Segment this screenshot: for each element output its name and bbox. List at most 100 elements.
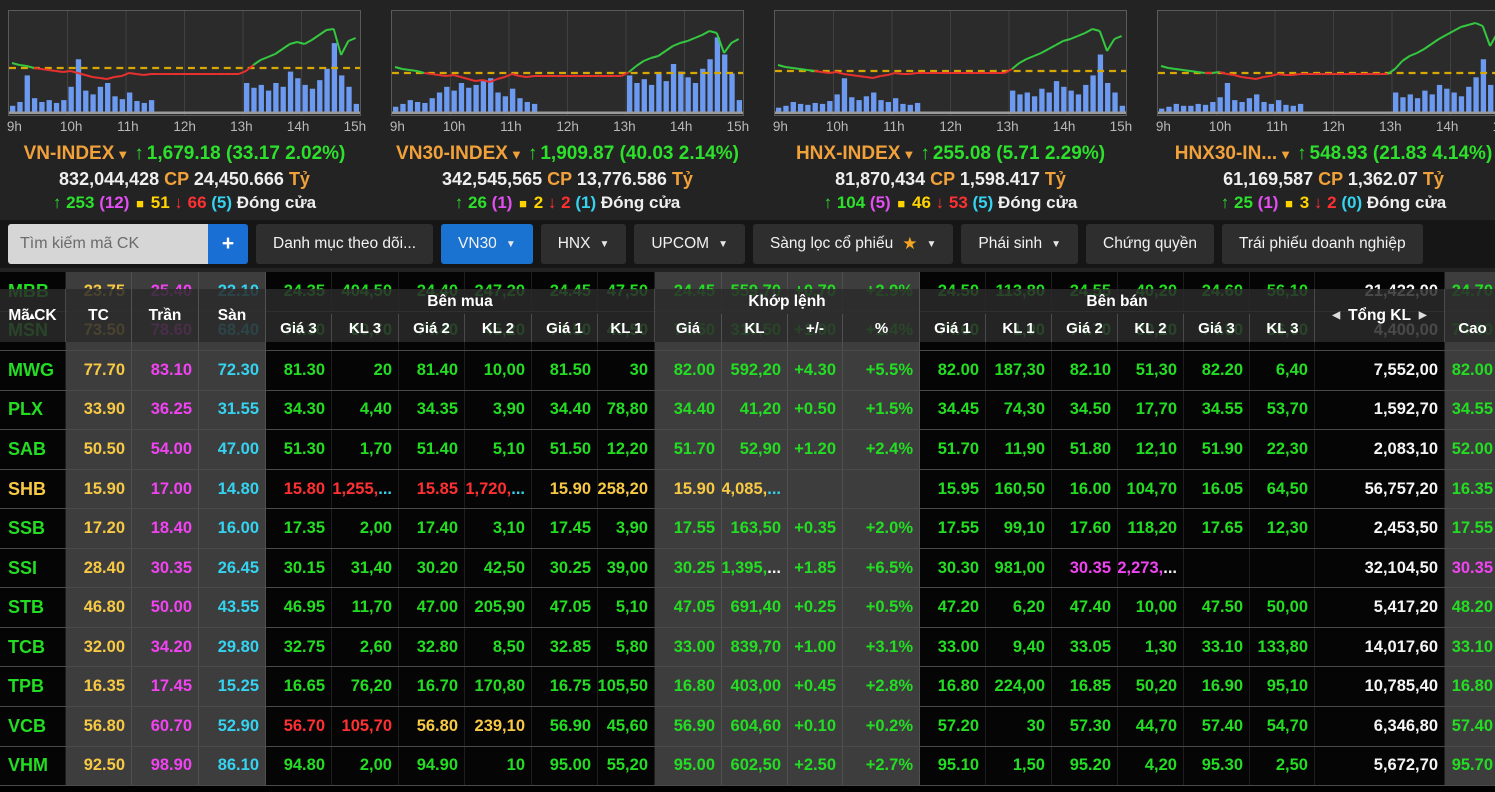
cell-buy-gia3: 34.30 — [266, 390, 332, 430]
add-ticker-button[interactable]: + — [208, 224, 248, 264]
time-tick-label: 9h — [1155, 119, 1171, 134]
table-row-vcb[interactable]: VCB 56.80 60.70 52.90 56.70 105,70 56.80 239,10… — [0, 707, 1495, 747]
index-chart-panel[interactable] — [774, 10, 1127, 116]
col-header-gi-2[interactable]: Giá 2 — [1052, 314, 1118, 342]
col-header--[interactable]: % — [843, 314, 920, 342]
cell-buy-kl1: 105,50 — [598, 667, 655, 707]
cell-sell-kl1: 981,00 — [986, 548, 1052, 588]
index-name[interactable]: HNX-INDEX — [796, 143, 901, 164]
vn30-tab[interactable]: VN30 ▼ — [441, 224, 533, 264]
table-row-mwg[interactable]: MWG 77.70 83.10 72.30 81.30 20 81.40 10,00 81.50… — [0, 351, 1495, 391]
chevron-down-icon[interactable]: ▼ — [902, 147, 915, 162]
cell-match-pct: +2.7% — [843, 746, 920, 786]
col-header-san[interactable]: Sàn — [199, 289, 266, 342]
cell-tran: 34.20 — [132, 627, 199, 667]
derivatives-button[interactable]: Phái sinh ▼ — [961, 224, 1079, 264]
cell-sell-gia2: 57.30 — [1052, 707, 1118, 746]
index-chart-panel[interactable] — [8, 10, 361, 116]
ticker-cell: SSB — [0, 509, 66, 548]
cell-cao: 82.00 — [1445, 351, 1495, 390]
cell-tran: 30.35 — [132, 548, 199, 588]
index-chart-panel[interactable] — [1157, 10, 1495, 116]
table-row-vhm[interactable]: VHM 92.50 98.90 86.10 94.80 2,00 94.90 10 95.00 5… — [0, 746, 1495, 787]
index-intraday-chart[interactable] — [392, 11, 743, 115]
table-row-stb[interactable]: STB 46.80 50.00 43.55 46.95 11,70 47.00 205,90 4… — [0, 588, 1495, 628]
cell-match-pct: +6.5% — [843, 548, 920, 588]
table-row-tcb[interactable]: TCB 32.00 34.20 29.80 32.75 2,60 32.80 8,50 32.8… — [0, 627, 1495, 668]
cell-sell-kl1: 224,00 — [986, 667, 1052, 707]
hnx-tab[interactable]: HNX ▼ — [540, 224, 627, 264]
cell-tc: 28.40 — [66, 548, 132, 588]
cell-san: 43.55 — [199, 588, 266, 627]
cell-buy-gia3: 16.65 — [266, 667, 332, 707]
col-header-kl[interactable]: KL — [722, 314, 788, 342]
scroll-left-icon[interactable]: ◀ — [1332, 310, 1340, 321]
col-header-gi-3[interactable]: Giá 3 — [1184, 314, 1250, 342]
cell-tran: 50.00 — [132, 588, 199, 627]
col-header-kl-2[interactable]: KL 2 — [465, 314, 532, 342]
table-row-tpb[interactable]: TPB 16.35 17.45 15.25 16.65 76,20 16.70 170,80 1… — [0, 667, 1495, 708]
time-tick-label: 9h — [6, 119, 22, 134]
arrow-down-icon: ↓ — [1313, 193, 1328, 212]
time-tick-label: 9h — [772, 119, 788, 134]
col-header-gi-1[interactable]: Giá 1 — [920, 314, 986, 342]
cell-buy-kl3: 20 — [332, 351, 399, 390]
col-header-kl-3[interactable]: KL 3 — [1250, 314, 1315, 342]
col-header-kl-1[interactable]: KL 1 — [598, 314, 655, 342]
col-header-kl-1[interactable]: KL 1 — [986, 314, 1052, 342]
index-intraday-chart[interactable] — [1158, 11, 1495, 115]
stock-screener-button[interactable]: Sàng lọc cổ phiếu ★ ▼ — [752, 224, 954, 264]
time-tick-label: 15h — [343, 119, 367, 134]
upcom-tab[interactable]: UPCOM ▼ — [634, 224, 745, 264]
col-header-cao[interactable]: Cao — [1445, 314, 1495, 342]
table-row-shb[interactable]: SHB 15.90 17.00 14.80 15.80 1,255,... 15.85 1,7… — [0, 469, 1495, 510]
col-header-gi-2[interactable]: Giá 2 — [399, 314, 465, 342]
cell-match-pct: +0.2% — [843, 707, 920, 746]
col-header-gi-3[interactable]: Giá 3 — [266, 314, 332, 342]
cell-buy-kl2: 42,50 — [465, 548, 532, 588]
chevron-down-icon[interactable]: ▼ — [116, 147, 129, 162]
search-input[interactable] — [8, 224, 208, 264]
cell-cao: 57.40 — [1445, 707, 1495, 746]
covered-warrant-button[interactable]: Chứng quyền — [1086, 224, 1214, 264]
table-row-sab[interactable]: SAB 50.50 54.00 47.00 51.30 1,70 51.40 5,10 51.5… — [0, 430, 1495, 470]
watchlist-button[interactable]: Danh mục theo dõi... — [256, 224, 434, 264]
index-intraday-chart[interactable] — [9, 11, 360, 115]
corporate-bond-button[interactable]: Trái phiếu doanh nghiệp — [1222, 224, 1423, 264]
cell-buy-kl2: 10 — [465, 746, 532, 786]
chevron-down-icon[interactable]: ▼ — [1279, 147, 1292, 162]
index-turnover: 13,776.586 — [576, 169, 672, 189]
cell-buy-gia2: 17.40 — [399, 509, 465, 548]
button-label: Danh mục theo dõi... — [273, 235, 417, 252]
cell-match-change: +1.85 — [788, 548, 843, 588]
chevron-down-icon[interactable]: ▼ — [510, 147, 523, 162]
index-name[interactable]: HNX30-IN... — [1175, 143, 1277, 164]
table-row-ssb[interactable]: SSB 17.20 18.40 16.00 17.35 2,00 17.40 3,10 17.4… — [0, 509, 1495, 549]
col-header-tran[interactable]: Trần — [132, 289, 199, 342]
col-header-san-label: Sàn — [217, 306, 247, 324]
index-intraday-chart[interactable] — [775, 11, 1126, 115]
index-summary: HNX-INDEX ▼ ↑ 255.08 (5.71 2.29%) 81,870,434… — [774, 142, 1127, 216]
col-header-gi-[interactable]: Giá — [655, 314, 722, 342]
col-header-tong-kl[interactable]: ◀ Tổng KL ▶ — [1315, 289, 1445, 342]
cell-segment: ... — [767, 479, 781, 498]
index-volume-line: 342,545,565 CP 13,776.586 Tỷ — [391, 167, 744, 191]
index-chart-panel[interactable] — [391, 10, 744, 116]
cell-buy-kl3: 76,20 — [332, 667, 399, 707]
cell-match-gia: 47.05 — [655, 588, 722, 627]
col-header--[interactable]: +/- — [788, 314, 843, 342]
col-header-kl-2[interactable]: KL 2 — [1118, 314, 1184, 342]
unit-ty: Tỷ — [1044, 169, 1066, 189]
index-name[interactable]: VN30-INDEX — [396, 143, 508, 164]
index-name[interactable]: VN-INDEX — [24, 143, 115, 164]
cell-sell-gia2: 16.85 — [1052, 667, 1118, 707]
col-header-kl-3[interactable]: KL 3 — [332, 314, 399, 342]
scroll-right-icon[interactable]: ▶ — [1419, 310, 1427, 321]
cell-sell-kl2: 12,10 — [1118, 430, 1184, 469]
cell-match-kl: 52,90 — [722, 430, 788, 469]
col-header-gi-1[interactable]: Giá 1 — [532, 314, 598, 342]
table-row-ssi[interactable]: SSI 28.40 30.35 26.45 30.15 31,40 30.20 42,50 30… — [0, 548, 1495, 589]
table-row-plx[interactable]: PLX 33.90 36.25 31.55 34.30 4,40 34.35 3,90 34.4… — [0, 390, 1495, 431]
unit-cp: CP — [164, 169, 194, 189]
col-header-tc[interactable]: TC — [66, 289, 132, 342]
